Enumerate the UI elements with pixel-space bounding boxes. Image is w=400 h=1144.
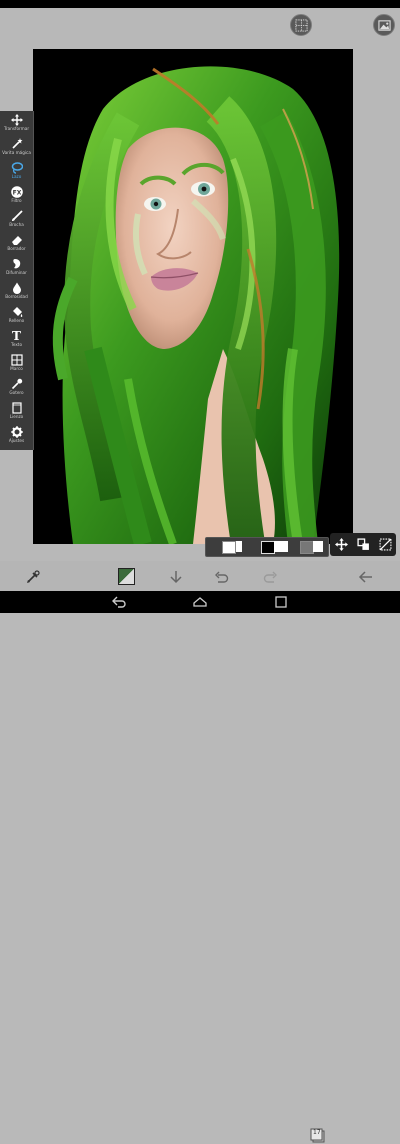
- tool-canvas[interactable]: Lienzo: [0, 402, 33, 424]
- magic-wand-icon: [10, 138, 23, 150]
- nav-back-button[interactable]: [110, 594, 128, 610]
- drawing-canvas[interactable]: [33, 49, 353, 544]
- tool-label: Transformar: [3, 126, 30, 131]
- svg-text:FX: FX: [12, 189, 21, 196]
- image-icon: [377, 19, 391, 31]
- artwork-illustration: [33, 49, 353, 544]
- undo-icon: [215, 571, 229, 583]
- gear-icon: [10, 426, 23, 438]
- tool-label: Brocha: [9, 222, 24, 227]
- tool-label: Gotero: [9, 390, 24, 395]
- tool-blur[interactable]: Borrosidad: [0, 282, 33, 304]
- tool-label: Borrosidad: [5, 294, 28, 299]
- color-swatch-button[interactable]: [118, 568, 136, 586]
- fx-icon: FX: [10, 186, 23, 198]
- text-icon: T: [12, 329, 21, 343]
- undo-button[interactable]: [212, 568, 230, 586]
- layer-preview-white: [274, 541, 288, 552]
- brush-size-button[interactable]: [24, 568, 42, 586]
- arrow-down-icon: [170, 571, 182, 584]
- selection-toggle-button[interactable]: [290, 14, 312, 36]
- layer-thumb[interactable]: [261, 541, 275, 554]
- layers-button[interactable]: 17: [310, 1128, 326, 1144]
- eraser-icon: [10, 234, 23, 246]
- layer-thumb[interactable]: [222, 541, 236, 554]
- save-button[interactable]: [167, 568, 185, 586]
- redo-button[interactable]: [262, 568, 280, 586]
- move-icon: [10, 114, 23, 126]
- layer-strip[interactable]: [205, 537, 329, 557]
- move-icon: [334, 538, 348, 551]
- move-selection-button[interactable]: [334, 538, 348, 552]
- tool-label: Difuminar: [6, 270, 27, 275]
- redo-icon: [263, 571, 277, 583]
- bucket-icon: [10, 306, 23, 318]
- nav-recents-button[interactable]: [272, 594, 290, 610]
- tool-frame[interactable]: Marco: [0, 354, 33, 376]
- arrow-left-icon: [358, 571, 372, 583]
- tool-fill[interactable]: Relleno: [0, 306, 33, 328]
- transform-selection-button[interactable]: [356, 538, 370, 552]
- tool-label: Borrador: [7, 246, 26, 251]
- layer-preview-white: [313, 541, 323, 552]
- tool-lasso[interactable]: Lazo: [0, 162, 33, 184]
- back-button[interactable]: [357, 568, 375, 586]
- transform-icon: [356, 538, 369, 550]
- layers-count: 17: [313, 1129, 321, 1136]
- tool-label: Varita mágica: [2, 150, 31, 155]
- selection-mini-toolbar: [330, 533, 396, 556]
- tool-transform[interactable]: Transformar: [0, 114, 33, 136]
- brush-size-icon: [27, 570, 40, 583]
- tool-label: Marco: [10, 366, 23, 371]
- reference-image-button[interactable]: [373, 14, 395, 36]
- tool-smudge[interactable]: Difuminar: [0, 258, 33, 280]
- tool-settings[interactable]: Ajustes: [0, 426, 33, 448]
- tool-eyedropper[interactable]: Gotero: [0, 378, 33, 400]
- tool-label: Texto: [10, 342, 23, 347]
- tool-label: Relleno: [8, 318, 25, 323]
- tool-palette: Transformar Varita mágica Lazo FX Filtro…: [0, 111, 33, 450]
- deselect-icon: [379, 538, 391, 551]
- smudge-icon: [10, 258, 23, 270]
- status-bar: [0, 0, 400, 8]
- tool-label: Lienzo: [9, 414, 24, 419]
- selection-grid-icon: [294, 18, 308, 32]
- home-icon: [193, 597, 207, 607]
- tool-label: Ajustes: [8, 438, 25, 443]
- lasso-icon: [10, 162, 23, 174]
- color-swatch: [118, 568, 135, 585]
- deselect-button[interactable]: [378, 538, 392, 552]
- tool-text[interactable]: T Texto: [0, 330, 33, 352]
- android-nav-bar: [0, 591, 400, 613]
- tool-brush[interactable]: Brocha: [0, 210, 33, 232]
- recents-icon: [275, 596, 287, 608]
- tool-filter[interactable]: FX Filtro: [0, 186, 33, 208]
- layer-thumb[interactable]: [300, 541, 314, 554]
- brush-icon: [10, 210, 23, 222]
- tool-magic-wand[interactable]: Varita mágica: [0, 138, 33, 160]
- bottom-toolbar: 17: [0, 561, 400, 1143]
- tool-eraser[interactable]: Borrador: [0, 234, 33, 256]
- tool-label: Filtro: [11, 198, 22, 203]
- frame-icon: [10, 354, 23, 366]
- eyedropper-icon: [10, 378, 23, 390]
- canvas-icon: [10, 402, 23, 414]
- back-icon: [112, 596, 126, 608]
- nav-home-button[interactable]: [191, 594, 209, 610]
- tool-label: Lazo: [11, 174, 22, 179]
- blur-icon: [10, 282, 23, 294]
